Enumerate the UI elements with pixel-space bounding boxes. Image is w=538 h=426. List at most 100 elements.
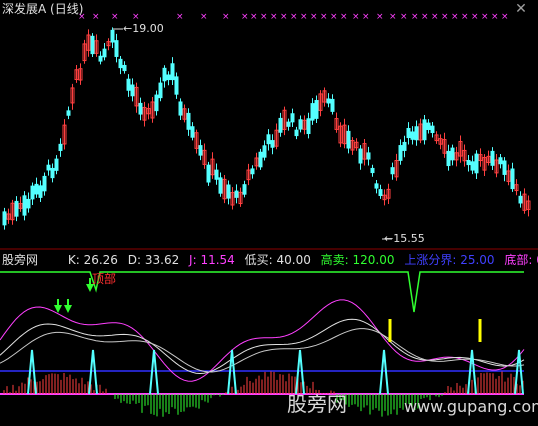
candle-body — [198, 145, 203, 156]
candle-body — [414, 126, 419, 141]
candle-body — [402, 141, 407, 151]
candle-body — [14, 200, 19, 217]
j-line — [0, 299, 525, 382]
bottom-value: 底部: 0.00 — [504, 253, 538, 267]
marker-x: × — [471, 12, 479, 22]
candlesticks — [2, 27, 531, 230]
marker-x: × — [300, 12, 308, 22]
candle-body — [290, 113, 295, 123]
candle-body — [34, 183, 39, 195]
candle-body — [326, 98, 331, 104]
marker-x: × — [451, 12, 459, 22]
candle-body — [90, 35, 95, 55]
candle-body — [242, 184, 247, 195]
candle-body — [446, 150, 451, 167]
candle-body — [470, 161, 475, 171]
marker-x: × — [431, 12, 439, 22]
d-value: D: 33.62 — [127, 253, 180, 267]
marker-x: × — [290, 12, 298, 22]
marker-x: × — [411, 12, 419, 22]
candle-body — [206, 164, 211, 183]
upper-limit-value: 上涨分界: 25.00 — [404, 253, 495, 267]
candle-body — [430, 125, 435, 134]
candle-body — [370, 167, 375, 174]
candle-body — [502, 160, 507, 175]
candle-body — [286, 121, 291, 127]
candle-body — [218, 177, 223, 194]
candle-body — [42, 175, 47, 192]
marker-x: × — [501, 12, 509, 22]
candle-body — [102, 48, 107, 58]
candle-body — [234, 190, 239, 198]
down-arrow-icon — [64, 305, 72, 313]
marker-x: × — [491, 12, 499, 22]
chart-canvas: × × × × × × × × × × × × × × × × × × × × × × × × × × × × × × × × × — [0, 12, 538, 417]
candle-body — [154, 94, 159, 112]
candle-body — [66, 110, 71, 116]
candle-body — [162, 67, 167, 82]
candle-body — [270, 140, 275, 148]
candle-body — [310, 103, 315, 121]
candle-body — [46, 164, 51, 171]
buy-signal-spike — [149, 349, 159, 395]
marker-x: × — [400, 12, 408, 22]
high-sell-line — [0, 271, 524, 313]
top-signal-label: 顶部 — [92, 272, 117, 286]
candle-body — [186, 112, 191, 130]
marker-x: × — [330, 12, 338, 22]
top-markers: × × × × × × × × × × × × × × × × × × × × × × × × × × × × × × × × × — [78, 12, 509, 22]
k-line — [0, 318, 525, 375]
candle-body — [450, 147, 455, 161]
marker-x: × — [441, 12, 449, 22]
indicator-panel — [0, 271, 525, 417]
candle-body — [126, 78, 131, 91]
candle-body — [490, 150, 495, 166]
marker-x: × — [340, 12, 348, 22]
candle-body — [174, 76, 179, 95]
candle-body — [130, 84, 135, 97]
marker-x: × — [200, 12, 208, 22]
candle-body — [190, 126, 195, 138]
candle-body — [54, 158, 59, 171]
candle-body — [2, 211, 7, 226]
candle-body — [114, 40, 119, 57]
indicator-name: 股旁网 — [2, 253, 39, 267]
candle-body — [366, 152, 371, 160]
marker-x: × — [132, 12, 140, 22]
marker-x: × — [481, 12, 489, 22]
candle-body — [158, 82, 163, 99]
candle-body — [226, 184, 231, 199]
candle-body — [466, 159, 471, 166]
marker-x: × — [250, 12, 258, 22]
candle-body — [278, 117, 283, 133]
buy-signal-spike — [88, 349, 98, 395]
marker-x: × — [270, 12, 278, 22]
candle-body — [374, 183, 379, 189]
candle-body — [294, 129, 299, 137]
watermark-url: www.gupang.com — [404, 397, 538, 416]
indicator-legend: 股旁网 K: 26.26 D: 33.62 J: 11.54 低买: 40.00… — [2, 253, 538, 267]
chart-title: 深发展A (日线) — [2, 2, 84, 16]
candle-body — [426, 122, 431, 130]
d-line — [0, 328, 525, 373]
candle-body — [50, 167, 55, 179]
candle-body — [346, 130, 351, 149]
candle-body — [298, 119, 303, 130]
marker-x: × — [92, 12, 100, 22]
candle-body — [422, 119, 427, 141]
marker-x: × — [111, 12, 119, 22]
candle-body — [38, 185, 43, 198]
candle-body — [518, 195, 523, 204]
close-icon[interactable]: ✕ — [512, 2, 530, 16]
marker-x: × — [320, 12, 328, 22]
watermark-text: 股旁网 — [287, 392, 347, 416]
candle-body — [58, 143, 63, 151]
marker-x: × — [260, 12, 268, 22]
marker-x: × — [376, 12, 384, 22]
marker-x: × — [241, 12, 249, 22]
candle-body — [306, 118, 311, 135]
buy-signal-spike — [27, 349, 37, 395]
candle-body — [178, 101, 183, 116]
candle-body — [122, 64, 127, 72]
candle-body — [138, 102, 143, 115]
